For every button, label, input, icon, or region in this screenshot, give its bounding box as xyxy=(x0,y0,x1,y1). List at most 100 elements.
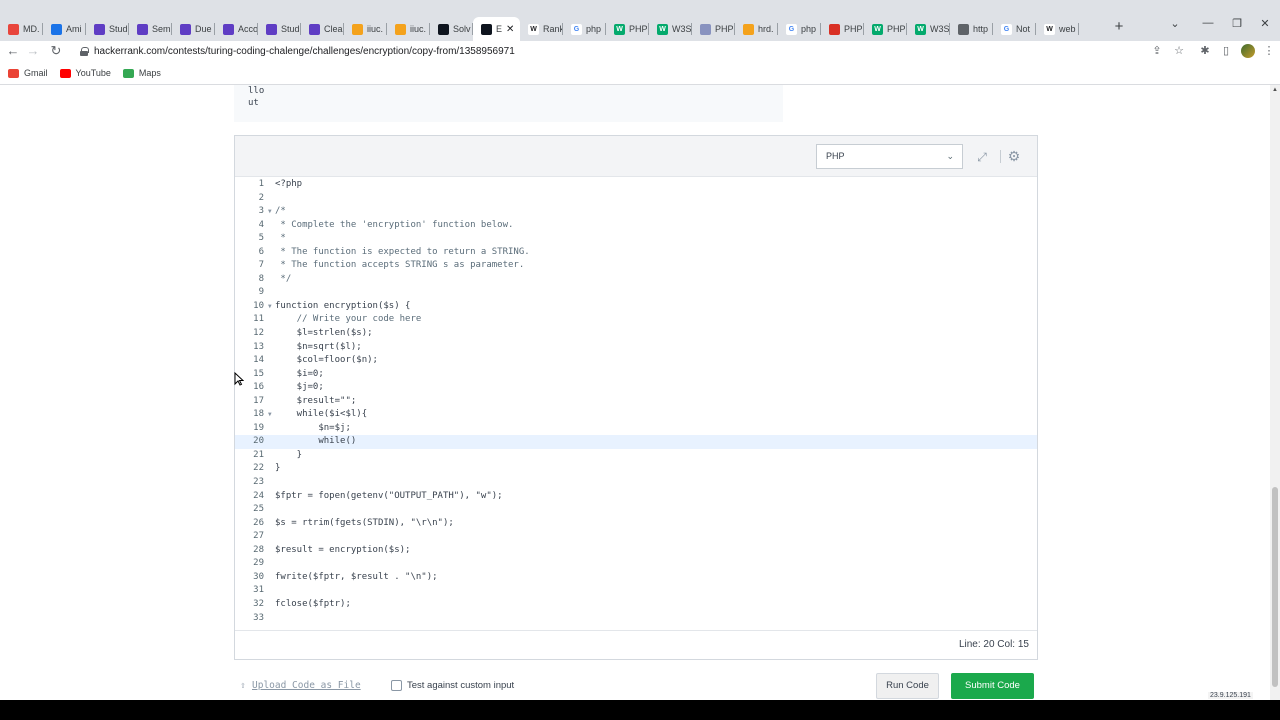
code-line[interactable]: 5 * xyxy=(235,232,1037,246)
code-text: $n=$j; xyxy=(275,422,351,433)
browser-tab[interactable]: W W3S xyxy=(649,17,692,41)
bookmark-item[interactable]: Gmail xyxy=(8,68,48,78)
code-line[interactable]: 14 $col=floor($n); xyxy=(235,354,1037,368)
browser-tab[interactable]: W Rank xyxy=(520,17,563,41)
browser-tab[interactable]: MD. xyxy=(0,17,43,41)
browser-tab[interactable]: Gphp xyxy=(563,17,606,41)
forward-icon[interactable]: → xyxy=(25,43,41,59)
bookmark-star-icon[interactable]: ☆ xyxy=(1172,44,1186,58)
back-icon[interactable]: ← xyxy=(5,43,21,59)
browser-tab[interactable]: Clea xyxy=(301,17,344,41)
code-line[interactable]: 27 xyxy=(235,530,1037,544)
code-line[interactable]: 6 * The function is expected to return a… xyxy=(235,246,1037,260)
menu-icon[interactable]: ⋮ xyxy=(1262,44,1276,58)
side-panel-icon[interactable]: ▯ xyxy=(1219,44,1233,58)
scroll-thumb[interactable] xyxy=(1272,487,1278,687)
share-icon[interactable]: ⇪ xyxy=(1150,44,1164,58)
code-line[interactable]: 11 // Write your code here xyxy=(235,313,1037,327)
upload-code-link[interactable]: ⇧ Upload Code as File xyxy=(237,680,361,691)
gear-icon[interactable]: ⚙ xyxy=(1007,149,1021,163)
browser-tab[interactable]: Wweb xyxy=(1036,17,1079,41)
browser-tab[interactable]: PHP xyxy=(692,17,735,41)
code-line[interactable]: 18 ▼ while($i<$l){ xyxy=(235,408,1037,422)
code-line[interactable]: 7 * The function accepts STRING s as par… xyxy=(235,259,1037,273)
code-line[interactable]: 19 $n=$j; xyxy=(235,422,1037,436)
code-line[interactable]: 33 xyxy=(235,612,1037,626)
address-bar[interactable]: hackerrank.com/contests/turing-coding-ch… xyxy=(70,42,1220,61)
tab-favicon-icon xyxy=(223,23,234,35)
browser-tab[interactable]: iiuc. xyxy=(344,17,387,41)
close-window-icon[interactable]: ✕ xyxy=(1250,17,1280,30)
code-line[interactable]: 13 $n=sqrt($l); xyxy=(235,341,1037,355)
code-area[interactable]: 1 <?php 2 3 ▼/* 4 * Complete the 'encryption'… xyxy=(235,178,1037,630)
browser-tab[interactable]: PHP xyxy=(821,17,864,41)
browser-tab[interactable]: Gphp xyxy=(778,17,821,41)
line-number: 21 xyxy=(253,449,264,460)
fold-arrow-icon[interactable]: ▼ xyxy=(268,408,272,422)
submit-code-button[interactable]: Submit Code xyxy=(951,673,1034,699)
fold-arrow-icon[interactable]: ▼ xyxy=(268,300,272,314)
language-select[interactable]: PHP ⌄ xyxy=(816,144,963,169)
browser-tab[interactable]: Stud xyxy=(86,17,129,41)
code-line[interactable]: 1 <?php xyxy=(235,178,1037,192)
code-line[interactable]: 20 while() xyxy=(235,435,1037,449)
browser-tab[interactable]: W PHP xyxy=(864,17,907,41)
code-line[interactable]: 23 xyxy=(235,476,1037,490)
profile-avatar[interactable] xyxy=(1241,44,1255,58)
reload-icon[interactable]: ↻ xyxy=(48,43,64,59)
code-line[interactable]: 32 fclose($fptr); xyxy=(235,598,1037,612)
page-scrollbar[interactable]: ▲ xyxy=(1270,85,1280,700)
code-line[interactable]: 30 fwrite($fptr, $result . "\n"); xyxy=(235,571,1037,585)
code-line[interactable]: 28 $result = encryption($s); xyxy=(235,544,1037,558)
upload-label: Upload Code as File xyxy=(252,680,361,691)
code-line[interactable]: 3 ▼/* xyxy=(235,205,1037,219)
extensions-icon[interactable]: ✱ xyxy=(1198,44,1212,58)
browser-tab[interactable]: E ✕ xyxy=(473,17,520,41)
browser-tab[interactable]: iiuc. xyxy=(387,17,430,41)
browser-tab[interactable]: W W3S xyxy=(907,17,950,41)
code-line[interactable]: 2 xyxy=(235,192,1037,206)
code-line[interactable]: 10 ▼ function encryption($s) { xyxy=(235,300,1037,314)
browser-tab[interactable]: http xyxy=(950,17,993,41)
run-code-button[interactable]: Run Code xyxy=(876,673,939,699)
browser-tab[interactable]: Sem xyxy=(129,17,172,41)
code-text: /* xyxy=(275,206,286,217)
code-line[interactable]: 29 xyxy=(235,557,1037,571)
code-text: $result=""; xyxy=(275,395,357,406)
scroll-up-icon[interactable]: ▲ xyxy=(1270,87,1280,93)
code-line[interactable]: 16 $j=0; xyxy=(235,381,1037,395)
new-tab-button[interactable]: + xyxy=(1111,19,1127,35)
code-line[interactable]: 8 */ xyxy=(235,273,1037,287)
code-line[interactable]: 26 $s = rtrim(fgets(STDIN), "\r\n"); xyxy=(235,517,1037,531)
browser-tab[interactable]: Ami xyxy=(43,17,86,41)
code-line[interactable]: 24 $fptr = fopen(getenv("OUTPUT_PATH"), "… xyxy=(235,490,1037,504)
browser-tab[interactable]: Due xyxy=(172,17,215,41)
code-line[interactable]: 15 $i=0; xyxy=(235,368,1037,382)
custom-input-checkbox[interactable] xyxy=(391,680,402,691)
fold-arrow-icon[interactable]: ▼ xyxy=(268,205,272,219)
bookmark-item[interactable]: Maps xyxy=(122,68,161,78)
close-tab-icon[interactable]: ✕ xyxy=(506,24,514,35)
code-line[interactable]: 4 * Complete the 'encryption' function b… xyxy=(235,219,1037,233)
minimize-icon[interactable]: — xyxy=(1193,17,1223,29)
browser-tab[interactable]: W PHP xyxy=(606,17,649,41)
fullscreen-icon[interactable]: ⤢ xyxy=(975,150,989,164)
code-line[interactable]: 17 $result=""; xyxy=(235,395,1037,409)
browser-tab[interactable]: G Not xyxy=(993,17,1036,41)
code-line[interactable]: 12 $l=strlen($s); xyxy=(235,327,1037,341)
bookmark-item[interactable]: YouTube xyxy=(59,68,111,78)
tab-search-icon[interactable]: ⌄ xyxy=(1160,17,1190,30)
code-line[interactable]: 22} xyxy=(235,462,1037,476)
url-text[interactable]: hackerrank.com/contests/turing-coding-ch… xyxy=(94,46,515,57)
browser-tab[interactable]: hrd. xyxy=(735,17,778,41)
browser-tab[interactable]: Solv xyxy=(430,17,473,41)
code-line[interactable]: 21 } xyxy=(235,449,1037,463)
browser-tab[interactable]: Stud xyxy=(258,17,301,41)
maximize-icon[interactable]: ❐ xyxy=(1222,17,1252,30)
code-line[interactable]: 31 xyxy=(235,584,1037,598)
code-line[interactable]: 9 xyxy=(235,286,1037,300)
line-number: 8 xyxy=(258,273,264,284)
browser-tab[interactable]: Acco xyxy=(215,17,258,41)
code-line[interactable]: 25 xyxy=(235,503,1037,517)
custom-input-label[interactable]: Test against custom input xyxy=(407,680,514,691)
